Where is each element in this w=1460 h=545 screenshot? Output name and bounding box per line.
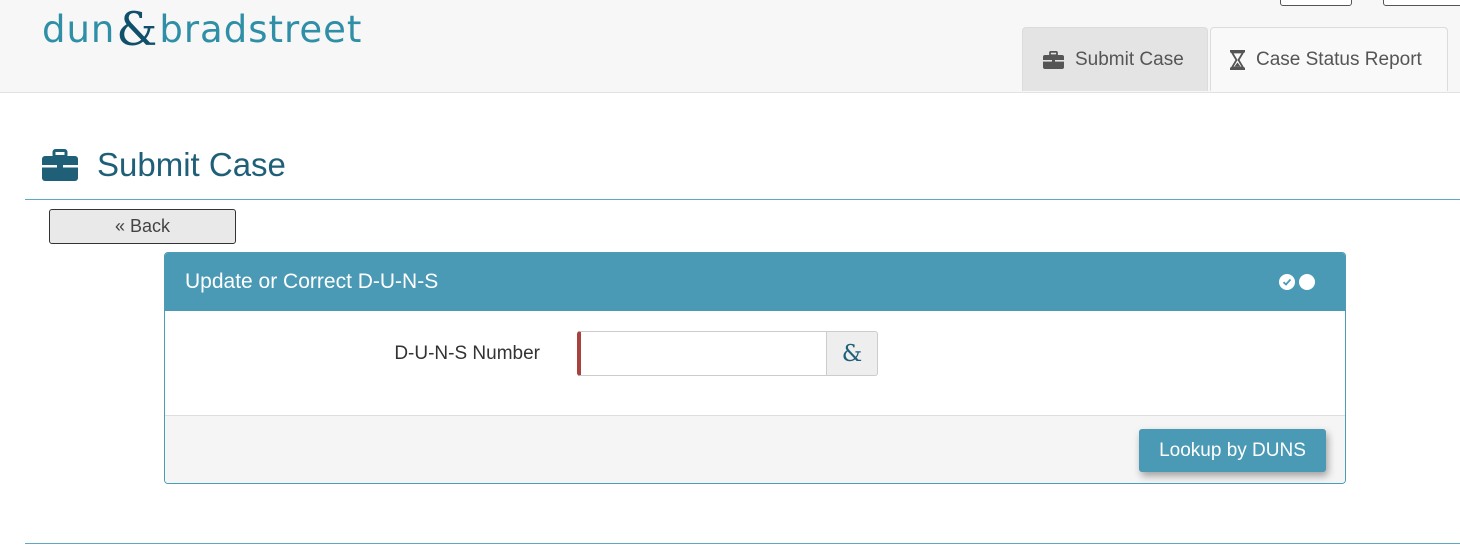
panel-title: Update or Correct D-U-N-S [185,270,439,293]
dot-circle-icon [1299,274,1315,290]
logo-ampersand: & [116,2,159,56]
tab-label: Submit Case [1075,48,1184,70]
top-header: dun & bradstreet Submit Case Case Status [0,0,1460,93]
panel-footer: Lookup by DUNS [165,415,1345,483]
duns-panel: Update or Correct D-U-N-S D-U-N-S Number… [164,252,1346,484]
tab-case-status-report[interactable]: Case Status Report [1210,27,1448,91]
duns-number-input[interactable] [577,331,827,376]
check-circle-icon [1279,274,1295,290]
briefcase-icon [1043,50,1064,69]
page-title: Submit Case [42,140,286,190]
back-button[interactable]: « Back [49,209,236,244]
tab-submit-case[interactable]: Submit Case [1022,27,1208,91]
dun-bradstreet-logo[interactable]: dun & bradstreet [42,4,362,54]
logo-text-right: bradstreet [159,7,363,51]
panel-header: Update or Correct D-U-N-S [165,253,1345,311]
lookup-by-duns-button[interactable]: Lookup by DUNS [1139,429,1326,472]
header-utility-link[interactable] [1168,0,1182,4]
duns-lookup-addon-button[interactable]: & [827,331,878,376]
tab-label: Case Status Report [1256,48,1422,70]
page-title-text: Submit Case [97,146,286,183]
header-utility-button-2[interactable] [1383,0,1460,6]
panel-step-indicator [1279,274,1315,290]
header-utility-button-1[interactable] [1280,0,1352,6]
hourglass-icon [1230,49,1245,70]
briefcase-icon [42,149,78,181]
duns-number-label: D-U-N-S Number [394,343,540,364]
logo-text-left: dun [42,7,116,51]
panel-body: D-U-N-S Number & [165,311,1345,414]
title-divider [25,199,1460,200]
bottom-divider [25,543,1460,544]
